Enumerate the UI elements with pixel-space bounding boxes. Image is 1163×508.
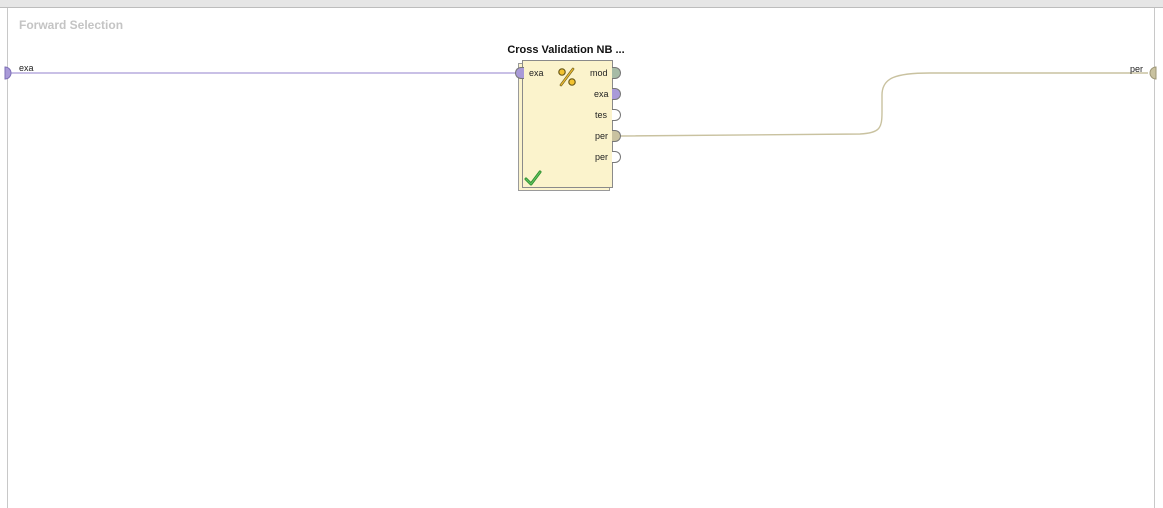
process-input-port-label: exa: [19, 63, 34, 73]
operator-output-port-label-tes: tes: [595, 110, 608, 120]
process-output-port-label: per: [1130, 64, 1144, 74]
wire-performance-to-output[interactable]: [619, 72, 1148, 137]
operator-output-port-label-exa: exa: [594, 89, 609, 99]
checkmark-icon: [524, 170, 542, 186]
operator-output-port-label-mod: mod: [590, 68, 608, 78]
operator-input-port-exa[interactable]: [515, 67, 524, 79]
process-input-port[interactable]: [4, 66, 12, 80]
operator-name[interactable]: Cross Validation NB ...: [496, 44, 636, 56]
operator-input-port-label: exa: [529, 68, 544, 78]
percent-icon: [558, 67, 576, 87]
operator-output-port-label-per-2: per: [595, 152, 609, 162]
process-output-port[interactable]: [1149, 66, 1157, 80]
operator-output-port-label-per: per: [595, 131, 609, 141]
